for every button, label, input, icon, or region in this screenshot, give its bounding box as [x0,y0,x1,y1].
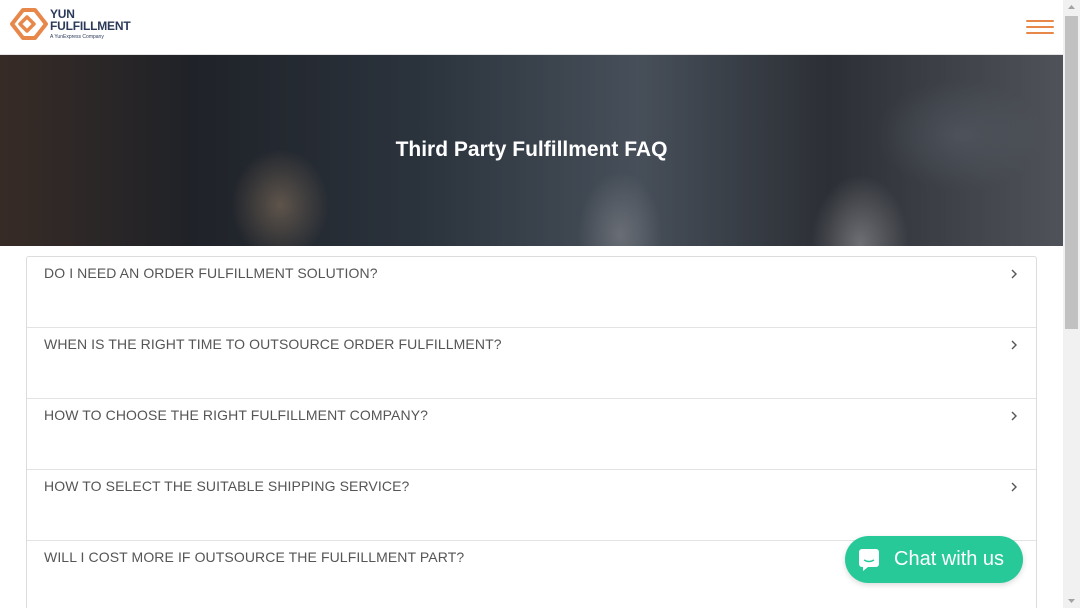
chevron-right-icon [1011,340,1017,350]
logo-line-1: YUN [50,6,75,21]
scrollbar-thumb[interactable] [1065,16,1078,329]
faq-item[interactable]: HOW TO SELECT THE SUITABLE SHIPPING SERV… [27,470,1036,541]
faq-item[interactable]: DO I NEED AN ORDER FULFILLMENT SOLUTION? [27,257,1036,328]
chevron-right-icon [1011,269,1017,279]
chevron-right-icon [1011,411,1017,421]
chat-button-label: Chat with us [894,548,1005,570]
faq-item[interactable]: HOW TO CHOOSE THE RIGHT FULFILLMENT COMP… [27,399,1036,470]
faq-question: DO I NEED AN ORDER FULFILLMENT SOLUTION? [44,265,378,281]
faq-question: HOW TO CHOOSE THE RIGHT FULFILLMENT COMP… [44,407,429,423]
scroll-down-arrow-icon[interactable] [1063,594,1080,608]
page-scrollbar[interactable] [1063,0,1080,608]
yun-logo-icon [10,8,48,40]
faq-item[interactable]: WHEN IS THE RIGHT TIME TO OUTSOURCE ORDE… [27,328,1036,399]
logo-line-2: FULFILLMENT [50,18,131,33]
chevron-right-icon [1011,482,1017,492]
brand-logo[interactable]: YUN FULFILLMENT A YunExpress Company [10,6,131,41]
logo-tagline: A YunExpress Company [50,33,104,40]
faq-question: WILL I COST MORE IF OUTSOURCE THE FULFIL… [44,549,465,565]
logo-wordmark: YUN FULFILLMENT A YunExpress Company [50,6,131,40]
hamburger-menu-icon[interactable] [1026,17,1054,37]
page-title: Third Party Fulfillment FAQ [395,138,668,161]
scroll-up-arrow-icon[interactable] [1063,0,1080,14]
hero-banner: Third Party Fulfillment FAQ [0,55,1063,246]
faq-question: HOW TO SELECT THE SUITABLE SHIPPING SERV… [44,478,410,494]
chat-button[interactable]: Chat with us [845,536,1023,583]
faq-question: WHEN IS THE RIGHT TIME TO OUTSOURCE ORDE… [44,336,502,352]
chat-bubble-icon [859,548,879,571]
site-header: YUN FULFILLMENT A YunExpress Company [0,0,1063,55]
